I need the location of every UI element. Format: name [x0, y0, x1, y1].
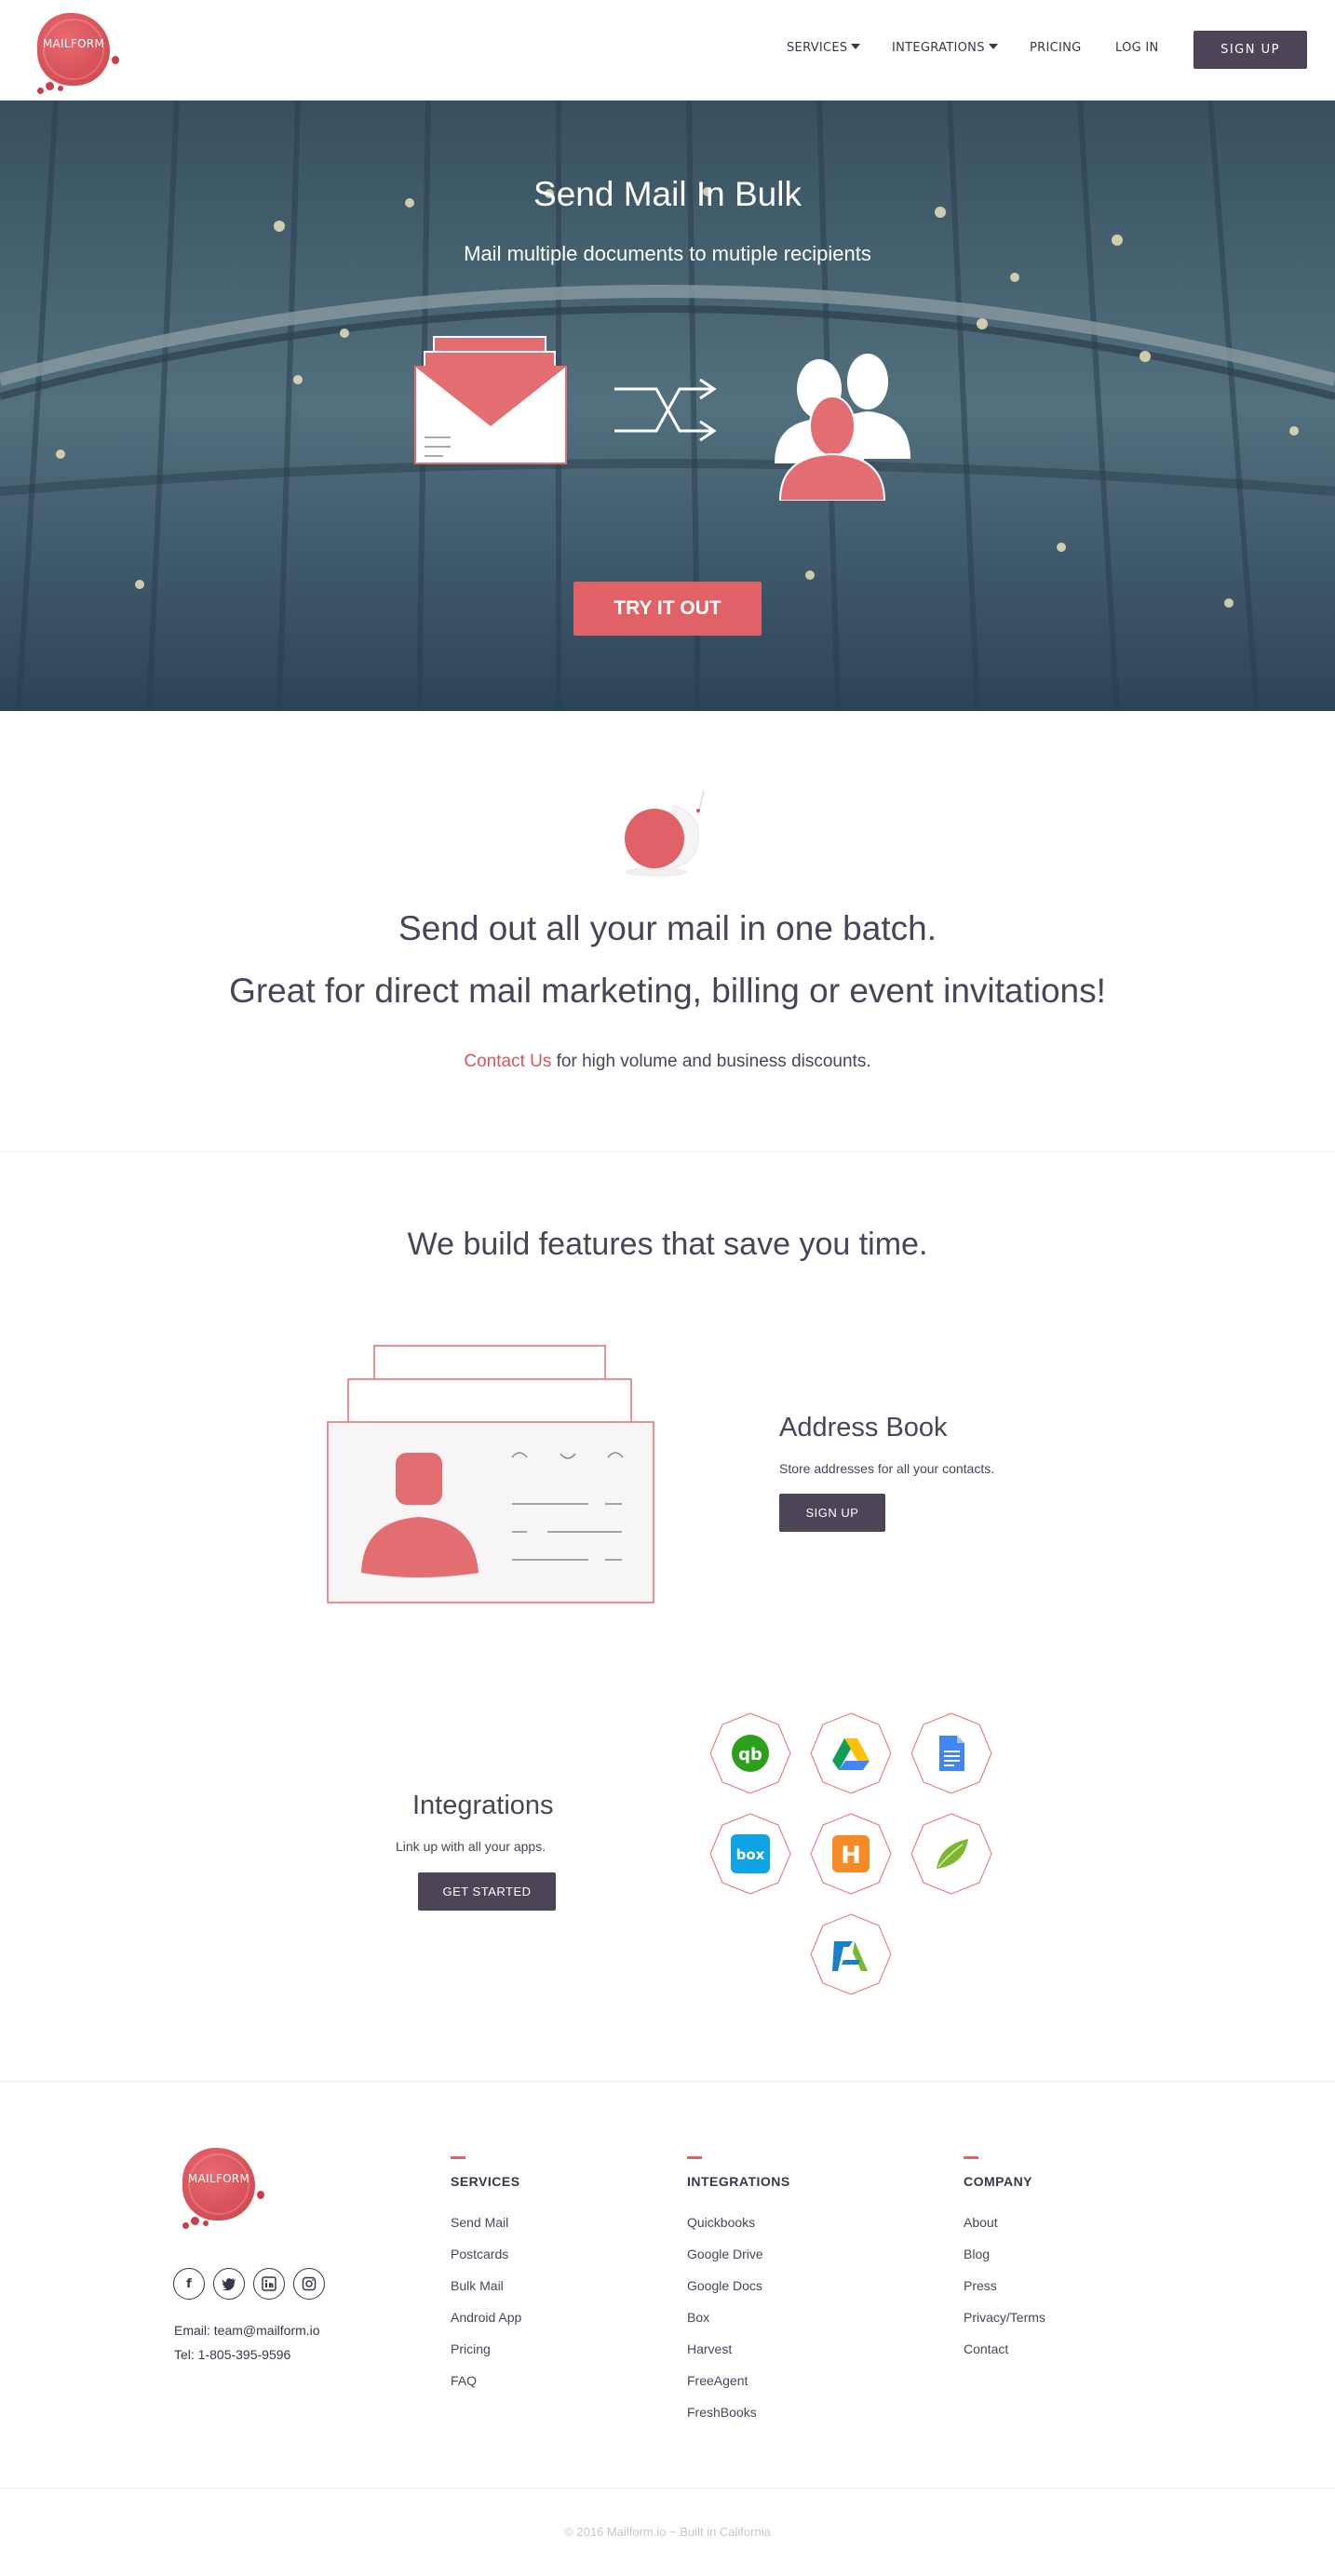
signup-button[interactable]: SIGN UP [1193, 31, 1307, 69]
twitter-icon[interactable] [213, 2268, 245, 2300]
footer-divider [0, 2488, 1335, 2489]
integration-freeagent[interactable] [910, 1813, 992, 1895]
svg-text:H: H [841, 1842, 861, 1870]
address-book-title: Address Book [779, 1413, 948, 1442]
footer-link[interactable]: Pricing [451, 2341, 521, 2373]
footer-link[interactable]: About [964, 2215, 1045, 2247]
integrations-desc: Link up with all your apps. [396, 1839, 546, 1854]
nav-integrations[interactable]: INTEGRATIONS [892, 41, 998, 55]
integration-google-docs[interactable] [910, 1712, 992, 1794]
quickbooks-icon: qb [732, 1735, 769, 1772]
mailform-logo[interactable]: MAILFORM [32, 7, 121, 97]
facebook-icon[interactable]: f [173, 2268, 205, 2300]
instagram-icon[interactable] [293, 2268, 325, 2300]
footer-link[interactable]: Google Drive [687, 2247, 790, 2278]
address-book-signup-button[interactable]: SIGN UP [779, 1494, 885, 1532]
linkedin-icon[interactable] [253, 2268, 285, 2300]
footer-heading: SERVICES [451, 2174, 520, 2189]
hero-subtitle: Mail multiple documents to mutiple recip… [464, 242, 871, 265]
freshbooks-icon [832, 1941, 868, 1971]
section-divider [0, 2081, 1335, 2082]
google-docs-icon [939, 1736, 964, 1771]
box-icon: box [731, 1834, 770, 1873]
bulk-mail-illustration [414, 336, 910, 501]
try-it-out-button[interactable]: TRY IT OUT [573, 582, 762, 636]
features-title: We build features that save you time. [407, 1227, 928, 1262]
footer-heading: INTEGRATIONS [687, 2174, 790, 2189]
footer-link[interactable]: FAQ [451, 2373, 521, 2405]
footer-email: Email: team@mailform.io [174, 2323, 320, 2338]
harvest-icon: H [832, 1835, 870, 1872]
footer-link[interactable]: Blog [964, 2247, 1045, 2278]
footer-link[interactable]: FreeAgent [687, 2373, 790, 2405]
footer-heading: COMPANY [964, 2174, 1033, 2189]
integration-freshbooks[interactable] [810, 1913, 892, 1995]
integration-harvest[interactable]: H [810, 1813, 892, 1895]
footer-logo[interactable]: MAILFORM [177, 2142, 266, 2232]
integration-google-drive[interactable] [810, 1712, 892, 1794]
footer-link[interactable]: Postcards [451, 2247, 521, 2278]
footer-link[interactable]: Android App [451, 2310, 521, 2341]
footer-link[interactable]: Privacy/Terms [964, 2310, 1045, 2341]
nav-login[interactable]: LOG IN [1115, 41, 1159, 55]
address-book-illustration [327, 1345, 654, 1603]
footer-link[interactable]: Bulk Mail [451, 2278, 521, 2310]
batch-subheadline: Great for direct mail marketing, billing… [229, 972, 1106, 1010]
copyright: © 2016 Mailform.io ~ Built in California [564, 2525, 771, 2539]
hero-title: Send Mail In Bulk [533, 175, 802, 213]
address-book-desc: Store addresses for all your contacts. [779, 1461, 995, 1476]
footer-col-company: COMPANY About Blog Press Privacy/Terms C… [964, 2156, 1045, 2373]
hero-section: Send Mail In Bulk Mail multiple document… [0, 101, 1335, 711]
chevron-down-icon [851, 44, 861, 49]
footer-link[interactable]: Google Docs [687, 2278, 790, 2310]
svg-text:box: box [736, 1846, 765, 1863]
get-started-button[interactable]: GET STARTED [418, 1872, 556, 1911]
envelope-stack-icon [414, 336, 567, 464]
footer-link[interactable]: Contact [964, 2341, 1045, 2373]
footer-tel: Tel: 1-805-395-9596 [174, 2347, 291, 2362]
chevron-down-icon [988, 44, 998, 49]
footer-link[interactable]: Harvest [687, 2341, 790, 2373]
footer-link[interactable]: Box [687, 2310, 790, 2341]
svg-text:qb: qb [738, 1745, 762, 1764]
batch-headline: Send out all your mail in one batch. [398, 909, 937, 947]
freeagent-icon [937, 1839, 968, 1869]
contact-us-link[interactable]: Contact Us [464, 1052, 551, 1071]
footer-link[interactable]: Quickbooks [687, 2215, 790, 2247]
google-drive-icon [832, 1738, 870, 1770]
footer-link[interactable]: FreshBooks [687, 2405, 790, 2436]
integration-quickbooks[interactable]: qb [709, 1712, 791, 1794]
footer-link[interactable]: Press [964, 2278, 1045, 2310]
batch-note: Contact Us for high volume and business … [464, 1052, 871, 1071]
section-divider [0, 1151, 1335, 1152]
integration-box[interactable]: box [709, 1813, 791, 1895]
recipients-group-icon [775, 354, 910, 501]
footer-col-services: SERVICES Send Mail Postcards Bulk Mail A… [451, 2156, 521, 2405]
snail-icon [625, 790, 705, 877]
logo-text: MAILFORM [187, 2172, 250, 2185]
logo-text: MAILFORM [42, 37, 105, 50]
integrations-title: Integrations [412, 1791, 554, 1820]
footer-col-integrations: INTEGRATIONS Quickbooks Google Drive Goo… [687, 2156, 790, 2436]
nav-pricing[interactable]: PRICING [1030, 41, 1082, 55]
top-nav: MAILFORM SERVICES INTEGRATIONS PRICING L… [0, 0, 1335, 101]
nav-services[interactable]: SERVICES [787, 41, 861, 55]
footer-link[interactable]: Send Mail [451, 2215, 521, 2247]
merge-arrows-icon [614, 378, 717, 442]
